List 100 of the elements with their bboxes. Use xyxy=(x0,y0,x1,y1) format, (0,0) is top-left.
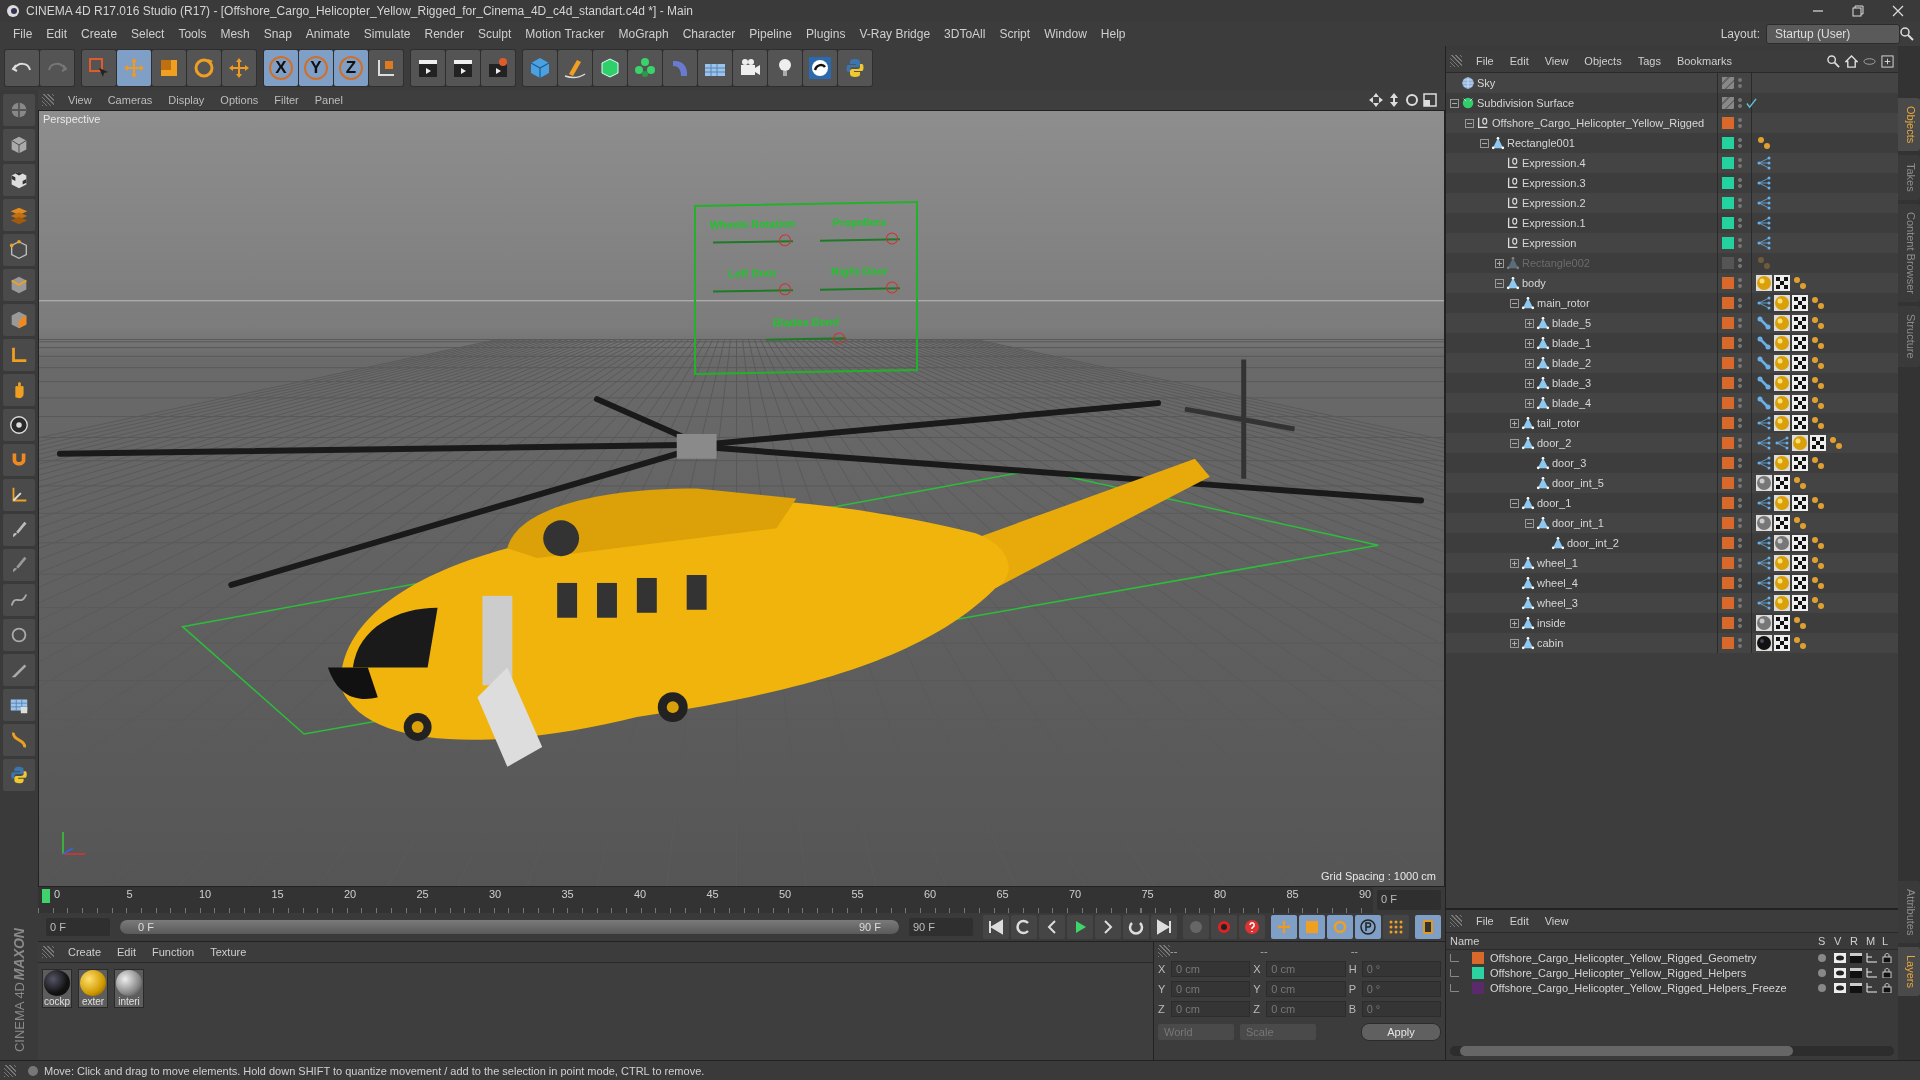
layer-name[interactable]: Offshore_Cargo_Helicopter_Yellow_Rigged_Helpers_Freeze xyxy=(1486,981,1818,994)
checker-tag-icon[interactable] xyxy=(1774,275,1790,291)
visibility-dots[interactable] xyxy=(1738,278,1742,288)
object-name[interactable]: body xyxy=(1522,277,1546,289)
object-name[interactable]: door_3 xyxy=(1552,457,1587,469)
checker-tag-icon[interactable] xyxy=(1792,575,1808,591)
layer-color-swatch[interactable] xyxy=(1472,951,1484,964)
menu-item[interactable]: Render xyxy=(417,27,471,41)
checker-tag-icon[interactable] xyxy=(1792,355,1808,371)
menu-item[interactable]: V-Ray Bridge xyxy=(852,27,938,41)
bone-tag-icon[interactable] xyxy=(1756,375,1772,391)
visibility-dots[interactable] xyxy=(1738,498,1742,508)
menu-item[interactable]: 3DToAll xyxy=(937,27,993,41)
dots-tag-icon[interactable] xyxy=(1810,335,1826,351)
material-menu-item[interactable]: Edit xyxy=(109,946,144,958)
object-menu-item[interactable]: Objects xyxy=(1576,55,1630,67)
rotate-icon[interactable] xyxy=(192,56,216,80)
layer-color-swatch[interactable] xyxy=(1722,537,1734,549)
node-graph-tag-icon[interactable] xyxy=(1756,415,1772,431)
checkmark-icon[interactable] xyxy=(1746,97,1757,109)
object-name[interactable]: door_int_1 xyxy=(1552,517,1604,529)
menu-item[interactable]: Window xyxy=(1037,27,1094,41)
dots-tag-icon[interactable] xyxy=(1810,555,1826,571)
visibility-dots[interactable] xyxy=(1738,238,1742,248)
restore-icon[interactable] xyxy=(1852,5,1864,17)
expand-toggle[interactable] xyxy=(1525,398,1534,408)
menu-item[interactable]: Animate xyxy=(298,27,357,41)
layer-color-swatch[interactable] xyxy=(1722,317,1734,329)
viewport-menu-item[interactable]: Panel xyxy=(306,94,351,106)
move-icon[interactable] xyxy=(227,56,251,80)
move-arrows-icon[interactable] xyxy=(1369,93,1383,107)
visibility-dots[interactable] xyxy=(1738,638,1742,648)
menu-item[interactable]: MoGraph xyxy=(611,27,676,41)
circle-icon[interactable] xyxy=(8,414,30,436)
node-graph-tag-icon[interactable] xyxy=(1756,595,1772,611)
axis-toggle-button[interactable]: Y xyxy=(299,50,333,86)
layer-color-swatch[interactable] xyxy=(1722,277,1734,289)
search-icon[interactable] xyxy=(1827,54,1840,68)
object-name[interactable]: cabin xyxy=(1537,637,1564,649)
checker-tag-icon[interactable] xyxy=(1774,615,1790,631)
material-swatch[interactable]: exter xyxy=(78,969,108,1008)
film-strip-icon[interactable] xyxy=(1420,919,1436,935)
material-menu-item[interactable]: Texture xyxy=(202,946,255,958)
object-name[interactable]: main_rotor xyxy=(1537,297,1590,309)
layer-color-swatch[interactable] xyxy=(1722,77,1734,89)
axis-toggle-button[interactable]: X xyxy=(264,50,298,86)
visibility-dots[interactable] xyxy=(1738,478,1742,488)
object-menu-item[interactable]: Bookmarks xyxy=(1668,55,1740,67)
start-frame-field[interactable]: 0 F xyxy=(46,918,110,936)
expand-toggle[interactable] xyxy=(1525,378,1534,388)
lock-icon[interactable] xyxy=(1882,967,1892,978)
layer-color-swatch[interactable] xyxy=(1722,597,1734,609)
object-menu-item[interactable]: Edit xyxy=(1501,55,1537,67)
dots-tag-icon[interactable] xyxy=(1792,275,1808,291)
visibility-dots[interactable] xyxy=(1738,78,1742,88)
checker-tag-icon[interactable] xyxy=(1792,315,1808,331)
expand-toggle[interactable] xyxy=(1480,138,1489,148)
object-name[interactable]: blade_2 xyxy=(1552,357,1592,369)
home-icon[interactable] xyxy=(1845,54,1858,68)
menu-item[interactable]: Sculpt xyxy=(470,27,519,41)
checker-tag-icon[interactable] xyxy=(1792,595,1808,611)
object-name[interactable]: door_1 xyxy=(1537,497,1572,509)
node-graph-tag-icon[interactable] xyxy=(1756,235,1772,251)
layer-color-swatch[interactable] xyxy=(1722,257,1734,269)
viewport-menu-item[interactable]: View xyxy=(60,94,100,106)
expand-toggle[interactable] xyxy=(1495,278,1504,288)
layer-color-swatch[interactable] xyxy=(1722,237,1734,249)
lock-icon[interactable] xyxy=(1882,952,1892,963)
layer-color-swatch[interactable] xyxy=(1722,197,1734,209)
side-tab[interactable]: Content Browser xyxy=(1898,204,1920,302)
object-name[interactable]: tail_rotor xyxy=(1537,417,1580,429)
node-graph-tag-icon[interactable] xyxy=(1756,175,1772,191)
slider-track[interactable] xyxy=(766,331,846,347)
close-icon[interactable] xyxy=(1892,5,1904,17)
object-name[interactable]: Subdivision Surface xyxy=(1477,97,1575,109)
node-graph-tag-icon[interactable] xyxy=(1756,295,1772,311)
visibility-dots[interactable] xyxy=(1738,378,1742,388)
node-graph-tag-icon[interactable] xyxy=(1756,575,1772,591)
flower-cubes-icon[interactable] xyxy=(633,56,657,80)
panel-grip[interactable] xyxy=(1158,945,1170,957)
menu-item[interactable]: Character xyxy=(675,27,743,41)
dots-tag-icon[interactable] xyxy=(1792,635,1808,651)
layer-color-swatch[interactable] xyxy=(1722,457,1734,469)
object-name[interactable]: door_int_2 xyxy=(1567,537,1619,549)
object-name[interactable]: door_int_5 xyxy=(1552,477,1604,489)
checker-tag-icon[interactable] xyxy=(1810,435,1826,451)
checker-tag-icon[interactable] xyxy=(1792,535,1808,551)
hierarchy-icon[interactable] xyxy=(1866,982,1878,993)
bone-tag-icon[interactable] xyxy=(1756,315,1772,331)
side-tab[interactable]: Objects xyxy=(1898,98,1920,152)
dots-tag-icon[interactable] xyxy=(1810,455,1826,471)
menu-item[interactable]: Create xyxy=(74,27,125,41)
layer-color-swatch[interactable] xyxy=(1472,966,1484,979)
layer-color-swatch[interactable] xyxy=(1722,577,1734,589)
clapperboard-icon[interactable] xyxy=(1850,967,1862,978)
frame-range-slider[interactable]: 0 F 90 F xyxy=(120,920,899,934)
viewport[interactable]: Perspective Grid Spacing : 1000 cm Wheels Rotation Propellers Left Door Right Door Blades Bend xyxy=(38,110,1445,887)
eye-icon[interactable] xyxy=(1834,982,1846,993)
node-graph-tag-icon[interactable] xyxy=(1756,435,1772,451)
horizontal-scrollbar[interactable] xyxy=(1450,1046,1894,1056)
